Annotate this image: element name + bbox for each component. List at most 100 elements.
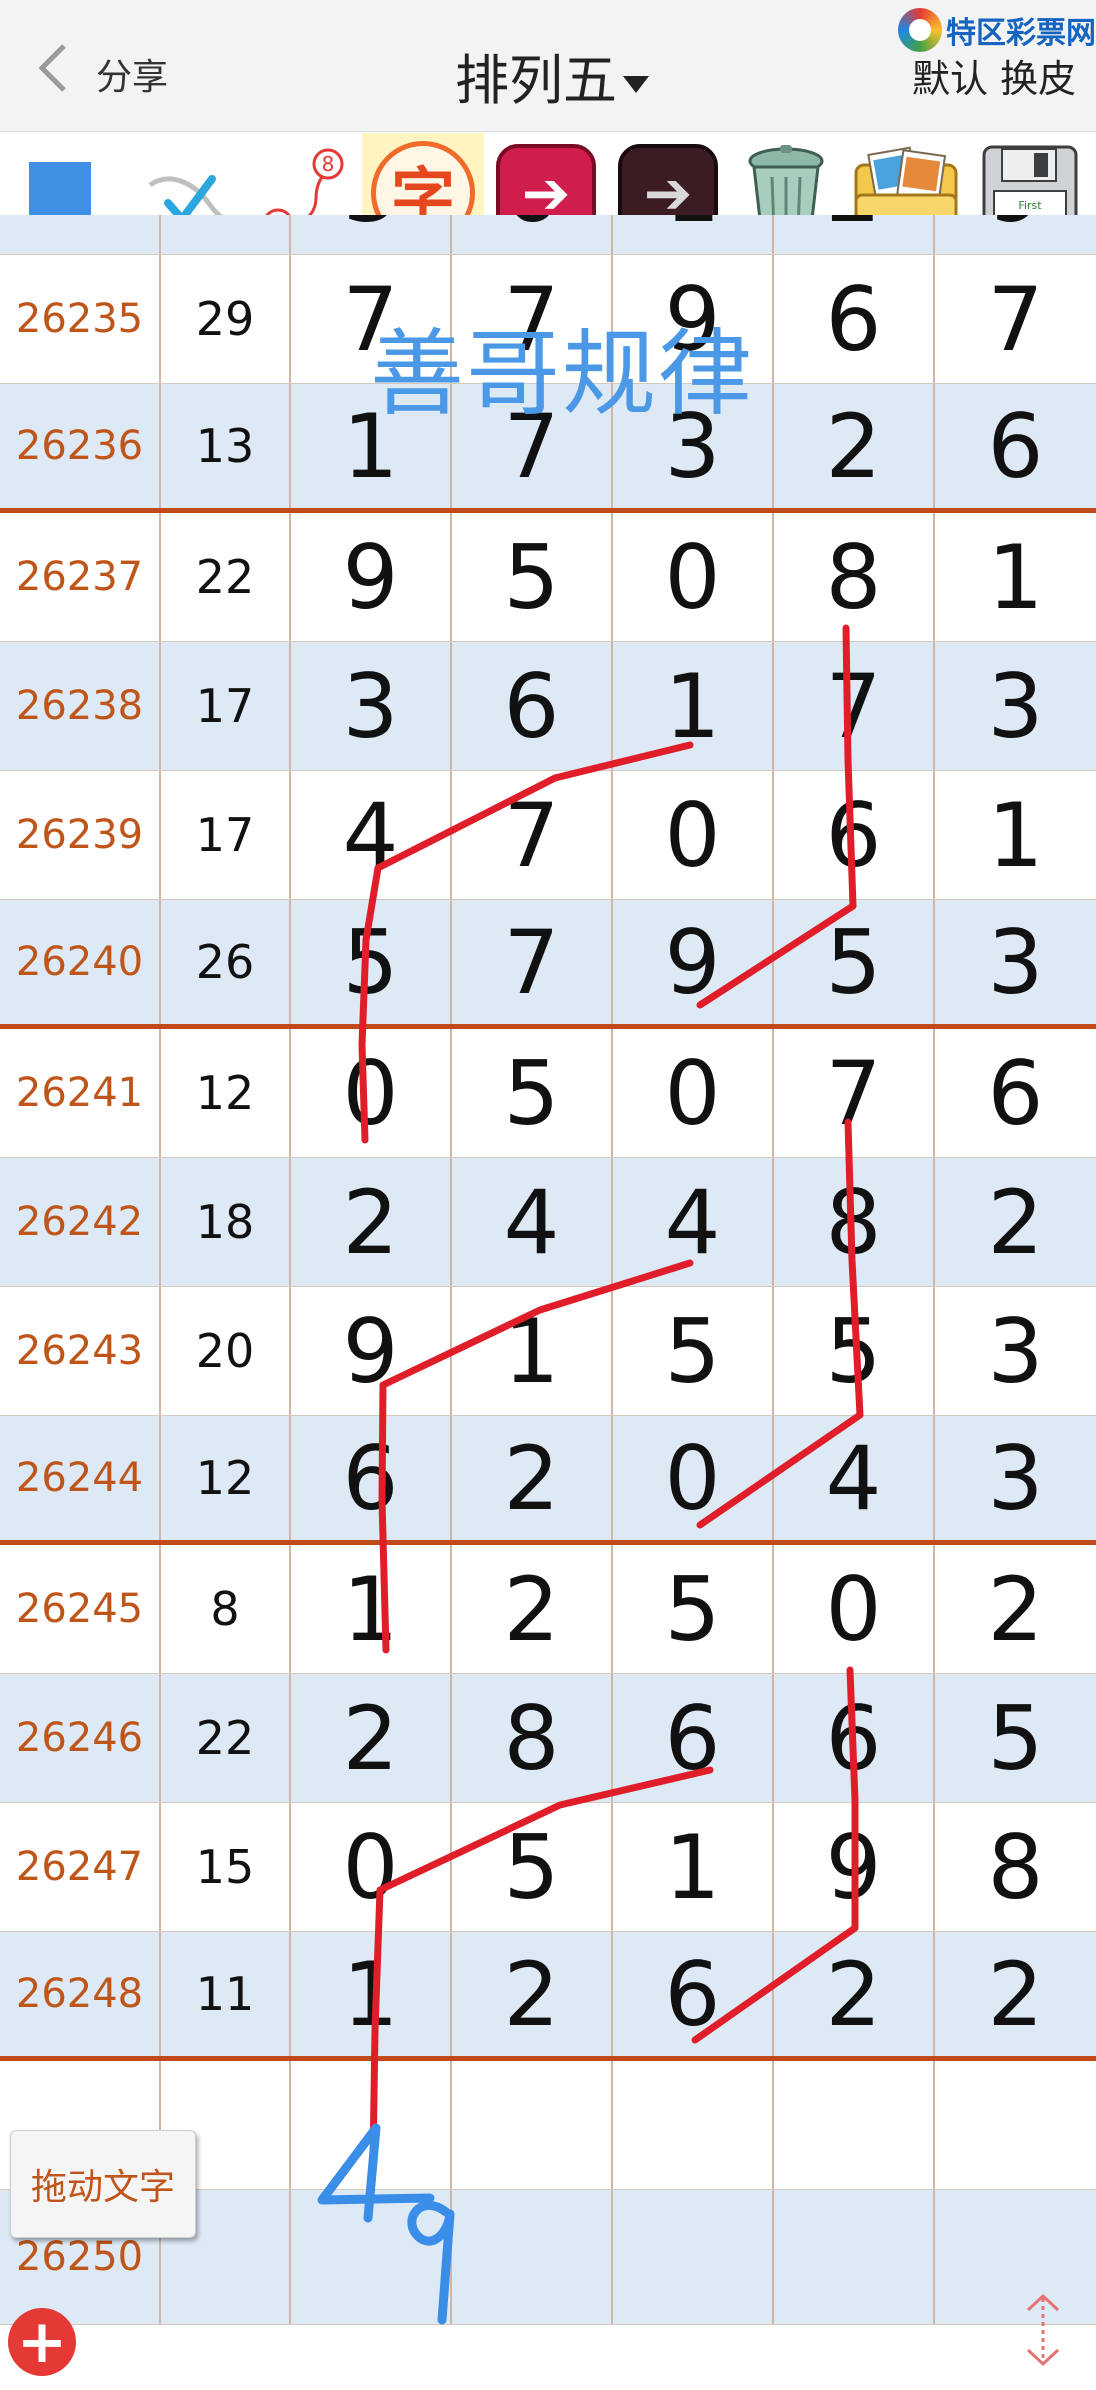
table-row[interactable]: 26241 12 0 5 0 7 6	[0, 1029, 1096, 1158]
logo-text: 特区彩票网	[946, 16, 1096, 51]
table-row[interactable]: 26242 18 2 4 4 8 2	[0, 1158, 1096, 1287]
digit-cell: 5	[613, 1287, 774, 1415]
issue-cell: 26240	[0, 900, 161, 1024]
issue-cell: 26246	[0, 1674, 161, 1802]
digit-cell: 7	[774, 642, 935, 770]
table-row[interactable]: 26243 20 9 1 5 5 3	[0, 1287, 1096, 1416]
digit-cell: 3	[987, 910, 1044, 1014]
digit-cell: 3	[291, 215, 452, 254]
sum-cell: 29	[161, 255, 291, 383]
site-logo: 特区彩票网	[898, 8, 1096, 52]
digit-cell: 2	[774, 1932, 935, 2056]
digit-cell: 1	[613, 642, 774, 770]
table-row[interactable]: 26240 26 5 7 9 5 3	[0, 900, 1096, 1029]
issue-cell: 26244	[0, 1416, 161, 1540]
digit-cell: 8	[987, 1815, 1044, 1919]
sum-cell: 17	[161, 771, 291, 899]
digit-cell: 6	[774, 771, 935, 899]
digit-cell: 1	[291, 1545, 452, 1673]
digit-cell: 2	[452, 1932, 613, 2056]
scroll-updown-icon[interactable]	[1020, 2290, 1066, 2370]
digit-cell	[452, 2190, 613, 2324]
sum-cell: 18	[161, 1158, 291, 1286]
digit-cell: 9	[774, 1803, 935, 1931]
digit-cell: 9	[613, 900, 774, 1024]
lottery-type-dropdown[interactable]: 排列五	[455, 36, 649, 115]
issue-cell: 26236	[0, 384, 161, 508]
sum-cell: 22	[161, 513, 291, 641]
table-row[interactable]: 26246 22 2 8 6 6 5	[0, 1674, 1096, 1803]
share-button[interactable]: 分享	[96, 48, 168, 100]
digit-cell: 8	[452, 1674, 613, 1802]
issue-cell: 26245	[0, 1545, 161, 1673]
digit-cell: 6	[987, 1041, 1044, 1145]
digit-cell: 2	[452, 1416, 613, 1540]
digit-cell: 1	[291, 1932, 452, 2056]
digit-cell: 0	[613, 1029, 774, 1157]
issue-cell: 26243	[0, 1287, 161, 1415]
table-row[interactable]: 26247 15 0 5 1 9 8	[0, 1803, 1096, 1932]
digit-cell: 6	[452, 215, 613, 254]
table-row[interactable]: 26239 17 4 7 0 6 1	[0, 771, 1096, 900]
digit-cell: 0	[291, 1029, 452, 1157]
digit-cell: 5	[291, 900, 452, 1024]
digit-cell: 5	[452, 1029, 613, 1157]
table-row[interactable]: 26244 12 6 2 0 4 3	[0, 1416, 1096, 1545]
digit-cell: 0	[613, 771, 774, 899]
sum-cell: 15	[161, 1803, 291, 1931]
digit-cell: 6	[452, 642, 613, 770]
issue-cell	[0, 215, 161, 254]
issue-cell: 26241	[0, 1029, 161, 1157]
table-row[interactable]: 26238 17 3 6 1 7 3	[0, 642, 1096, 771]
digit-cell	[613, 2061, 774, 2189]
digit-cell: 2	[452, 1545, 613, 1673]
digit-cell	[935, 2061, 1096, 2189]
digit-cell: 1	[987, 525, 1044, 629]
drag-text-button[interactable]: 拖动文字	[10, 2130, 196, 2238]
digit-cell: 1	[613, 1803, 774, 1931]
digit-cell: 1	[452, 1287, 613, 1415]
digit-cell: 1	[613, 215, 774, 254]
digit-cell: 4	[452, 1158, 613, 1286]
sum-cell: 20	[161, 1287, 291, 1415]
skin-switch-button[interactable]: 默认 换皮	[912, 48, 1076, 103]
sum-cell: 26	[161, 900, 291, 1024]
digit-cell: 7	[452, 900, 613, 1024]
digit-cell: 0	[613, 1416, 774, 1540]
digit-cell: 0	[613, 513, 774, 641]
digit-cell: 7	[774, 1029, 935, 1157]
digit-cell: 2	[291, 1674, 452, 1802]
digit-cell: 5	[613, 1545, 774, 1673]
issue-cell: 26237	[0, 513, 161, 641]
digit-cell: 6	[774, 255, 935, 383]
issue-cell: 26242	[0, 1158, 161, 1286]
issue-cell: 26235	[0, 255, 161, 383]
table-row[interactable]: 26237 22 9 5 0 8 1	[0, 513, 1096, 642]
digit-cell	[774, 2190, 935, 2324]
digit-cell: 3	[987, 1299, 1044, 1403]
sum-cell: 8	[161, 1545, 291, 1673]
digit-cell: 3	[987, 654, 1044, 758]
digit-cell: 7	[987, 267, 1044, 371]
digit-cell: 7	[452, 771, 613, 899]
digit-cell: 2	[774, 384, 935, 508]
sum-cell: 13	[161, 384, 291, 508]
digit-cell: 2	[774, 215, 935, 254]
sum-cell: 11	[161, 1932, 291, 2056]
digit-cell: 2	[291, 1158, 452, 1286]
digit-cell: 0	[291, 1803, 452, 1931]
table-row[interactable]: 26245 8 1 2 5 0 2	[0, 1545, 1096, 1674]
digit-cell	[291, 2190, 452, 2324]
digit-cell: 3	[987, 1426, 1044, 1530]
digit-cell: 4	[774, 1416, 935, 1540]
add-icon[interactable]: +	[8, 2307, 76, 2377]
page-title: 排列五	[455, 49, 617, 112]
table-row[interactable]: 26248 11 1 2 6 2 2	[0, 1932, 1096, 2061]
back-chevron-icon[interactable]	[34, 40, 74, 96]
digit-cell: 6	[774, 1674, 935, 1802]
digit-cell: 2	[987, 1942, 1044, 2046]
digit-cell	[935, 2190, 1096, 2324]
digit-cell: 9	[935, 215, 1096, 254]
digit-cell: 5	[452, 513, 613, 641]
digit-cell: 8	[774, 513, 935, 641]
